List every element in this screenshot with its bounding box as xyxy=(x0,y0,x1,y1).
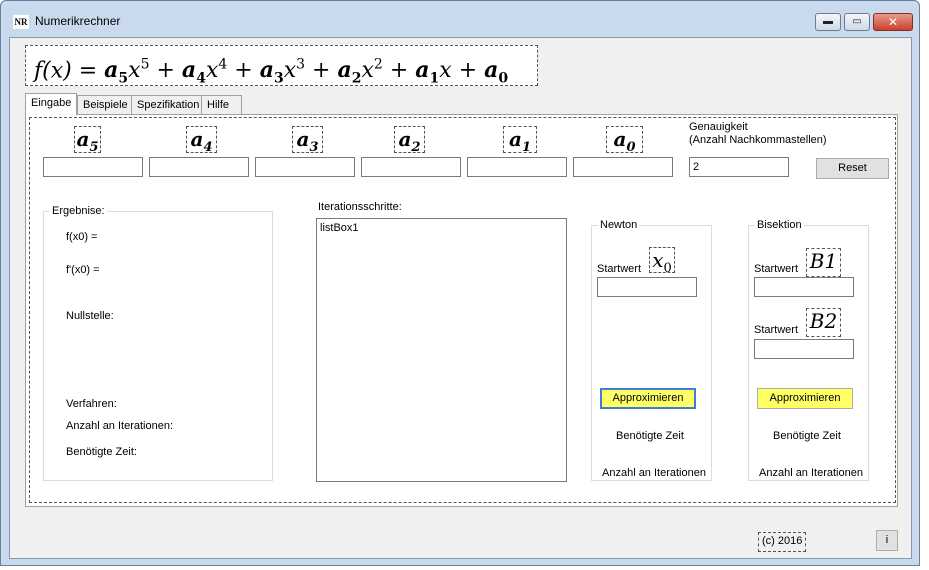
copyright-label: (c) 2016 xyxy=(758,532,807,552)
iterations-label: Anzahl an Iterationen: xyxy=(66,420,174,432)
bisection-approximate-button[interactable]: Approximieren xyxy=(757,388,853,409)
reset-button[interactable]: Reset xyxy=(816,158,889,179)
bisection-start-label-2: Startwert xyxy=(754,324,799,336)
newton-start-label: Startwert xyxy=(597,263,642,275)
close-button[interactable]: ✕ xyxy=(873,13,913,31)
results-group xyxy=(43,211,273,481)
title-bar[interactable]: NR Numerikrechner ▬ ▭ ✕ xyxy=(1,1,919,37)
time-label: Benötigte Zeit: xyxy=(66,446,137,458)
bisection-b1-label: B1 xyxy=(806,248,841,277)
method-label: Verfahren: xyxy=(66,398,117,410)
formula-prefix: f(x) = xyxy=(34,58,105,84)
precision-input[interactable]: 2 xyxy=(689,157,789,177)
results-title: Ergebnise: xyxy=(50,205,107,217)
tab-hilfe[interactable]: Hilfe xyxy=(201,95,242,114)
maximize-button[interactable]: ▭ xyxy=(844,13,870,31)
formula-terms: a5x5 + a4x4 + a3x3 + a2x2 + a1x + a0 xyxy=(104,57,509,87)
precision-label: Genauigkeit xyxy=(689,121,748,133)
bisection-b2-input[interactable] xyxy=(754,339,854,359)
newton-title: Newton xyxy=(598,219,640,231)
app-icon: NR xyxy=(13,15,29,29)
coef-input-a4[interactable] xyxy=(149,157,249,177)
newton-approximate-button[interactable]: Approximieren xyxy=(600,388,696,409)
formula-term: + a1x xyxy=(382,57,452,87)
newton-x0-label: x0 xyxy=(649,247,675,276)
coef-input-a1[interactable] xyxy=(467,157,567,177)
formula-term: + a4x4 xyxy=(149,57,228,87)
coef-input-a3[interactable] xyxy=(255,157,355,177)
info-button[interactable]: i xyxy=(876,530,898,551)
formula-term: + a2x2 xyxy=(305,57,383,87)
bisection-b2-label: B2 xyxy=(806,308,841,337)
list-item[interactable]: listBox1 xyxy=(320,222,359,234)
tab-beispiele[interactable]: Beispiele xyxy=(77,95,134,114)
newton-time-label: Benötigte Zeit xyxy=(616,430,684,442)
bisection-time-label: Benötigte Zeit xyxy=(773,430,841,442)
polynomial-formula: f(x) = a5x5 + a4x4 + a3x3 + a2x2 + a1x +… xyxy=(25,45,538,87)
dfx0-label: f'(x0) = xyxy=(66,264,100,276)
formula-term: a5x5 xyxy=(104,57,150,87)
formula-term: + a3x3 xyxy=(227,57,306,87)
bisection-b1-input[interactable] xyxy=(754,277,854,297)
coef-label-a1: a1 xyxy=(503,126,537,155)
fx0-label: f(x0) = xyxy=(66,231,98,243)
coef-input-a2[interactable] xyxy=(361,157,461,177)
tab-eingabe[interactable]: Eingabe xyxy=(25,93,78,115)
iterations-title: Iterationsschritte: xyxy=(318,201,402,213)
coef-label-a0: a0 xyxy=(606,126,643,155)
iterations-listbox[interactable]: listBox1 xyxy=(316,218,567,482)
bisection-title: Bisektion xyxy=(755,219,804,231)
newton-iterations-label: Anzahl an Iterationen xyxy=(602,467,706,479)
bisection-start-label-1: Startwert xyxy=(754,263,799,275)
newton-start-input[interactable] xyxy=(597,277,697,297)
coef-label-a4: a4 xyxy=(186,126,217,155)
coef-label-a3: a3 xyxy=(292,126,323,155)
tab-spezifikation[interactable]: Spezifikation xyxy=(131,95,206,114)
coef-input-a0[interactable] xyxy=(573,157,673,177)
coef-label-a5: a5 xyxy=(74,126,101,155)
root-label: Nullstelle: xyxy=(66,310,114,322)
window-title: Numerikrechner xyxy=(35,14,121,28)
formula-term: + a0 xyxy=(451,57,509,87)
minimize-button[interactable]: ▬ xyxy=(815,13,841,31)
coef-label-a2: a2 xyxy=(394,126,425,155)
coef-input-a5[interactable] xyxy=(43,157,143,177)
bisection-iterations-label: Anzahl an Iterationen xyxy=(759,467,863,479)
precision-sublabel: (Anzahl Nachkommastellen) xyxy=(689,134,827,146)
